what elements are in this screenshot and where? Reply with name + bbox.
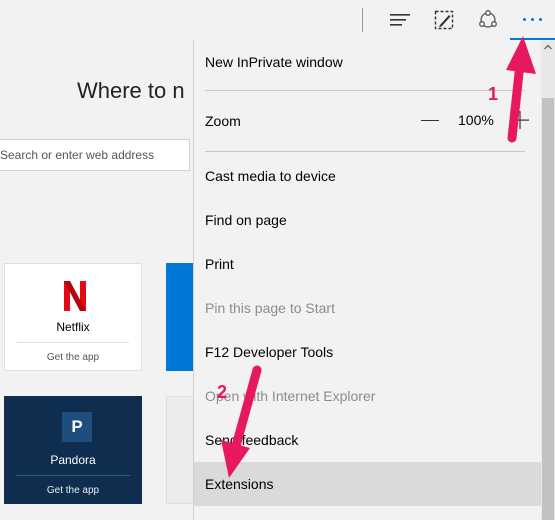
menu-item-label: Cast media to device bbox=[205, 168, 336, 184]
menu-divider bbox=[205, 90, 525, 91]
web-note-button[interactable] bbox=[422, 0, 466, 40]
menu-scrollbar[interactable] bbox=[541, 40, 555, 520]
zoom-out-button[interactable] bbox=[421, 120, 439, 121]
tile-name: Netflix bbox=[56, 320, 90, 334]
get-the-app-link[interactable]: Get the app bbox=[4, 485, 142, 496]
zoom-in-button[interactable] bbox=[511, 111, 529, 129]
pandora-logo-icon: P bbox=[62, 412, 92, 442]
annotation-step-2-label: 2 bbox=[217, 382, 228, 402]
menu-item-label: Extensions bbox=[205, 476, 274, 492]
menu-divider bbox=[205, 151, 525, 152]
web-note-icon bbox=[434, 10, 454, 30]
menu-item-open-with-ie: Open with Internet Explorer bbox=[194, 374, 541, 418]
scroll-up-arrow[interactable] bbox=[541, 40, 555, 54]
netflix-tile[interactable]: Netflix Get the app bbox=[4, 263, 142, 371]
tile-divider bbox=[17, 342, 129, 343]
share-button[interactable] bbox=[466, 0, 510, 40]
zoom-level: 100% bbox=[458, 112, 494, 128]
toolbar-divider bbox=[362, 8, 363, 32]
menu-item-label: Find on page bbox=[205, 212, 287, 228]
search-placeholder: Search or enter web address bbox=[0, 148, 155, 162]
share-icon bbox=[479, 10, 497, 28]
annotation-step-1-label: 1 bbox=[488, 84, 499, 104]
menu-item-label: Send feedback bbox=[205, 432, 299, 448]
menu-item-extensions[interactable]: Extensions bbox=[194, 462, 541, 506]
search-input[interactable]: Search or enter web address bbox=[0, 139, 190, 171]
get-the-app-link[interactable]: Get the app bbox=[5, 352, 141, 363]
menu-item-send-feedback[interactable]: Send feedback bbox=[194, 418, 541, 462]
menu-item-label: New InPrivate window bbox=[205, 54, 343, 70]
tile-divider bbox=[16, 475, 130, 476]
menu-item-label: F12 Developer Tools bbox=[205, 344, 334, 360]
partial-tile[interactable] bbox=[166, 263, 194, 371]
more-actions-button[interactable] bbox=[510, 0, 555, 40]
menu-item-find-on-page[interactable]: Find on page bbox=[194, 198, 541, 242]
partial-tile[interactable] bbox=[166, 396, 194, 504]
pandora-tile[interactable]: P Pandora Get the app bbox=[4, 396, 142, 504]
menu-item-developer-tools[interactable]: F12 Developer Tools bbox=[194, 330, 541, 374]
menu-item-new-inprivate[interactable]: New InPrivate window bbox=[194, 40, 541, 84]
hub-button[interactable] bbox=[378, 0, 422, 40]
browser-toolbar bbox=[0, 0, 555, 40]
tile-name: Pandora bbox=[50, 453, 96, 467]
netflix-logo-icon bbox=[64, 281, 86, 311]
scroll-thumb[interactable] bbox=[542, 98, 554, 520]
menu-item-label: Pin this page to Start bbox=[205, 300, 335, 316]
menu-item-pin-to-start: Pin this page to Start bbox=[194, 286, 541, 330]
menu-item-label: Open with Internet Explorer bbox=[205, 388, 376, 404]
page-heading: Where to n bbox=[77, 78, 185, 103]
menu-item-label: Print bbox=[205, 256, 234, 272]
zoom-label: Zoom bbox=[205, 113, 241, 129]
menu-item-print[interactable]: Print bbox=[194, 242, 541, 286]
chevron-up-icon bbox=[544, 44, 552, 50]
more-actions-menu: New InPrivate window Zoom 100% Cast medi… bbox=[193, 40, 541, 520]
menu-item-cast-media[interactable]: Cast media to device bbox=[194, 154, 541, 198]
more-actions-icon bbox=[523, 17, 542, 21]
hub-icon bbox=[390, 14, 410, 26]
